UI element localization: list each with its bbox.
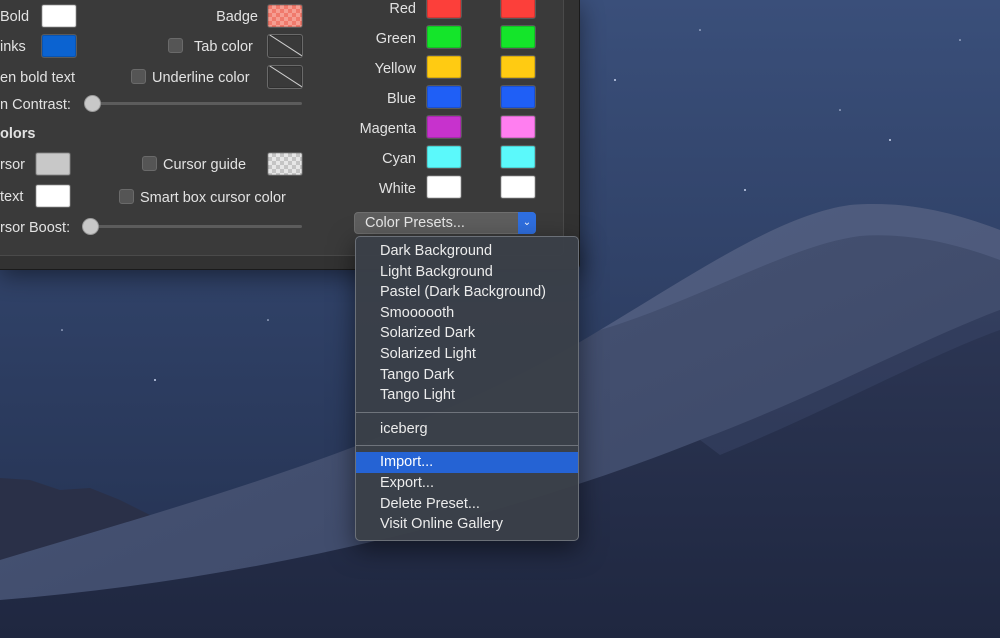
ansi-blue-bright-well[interactable] [500,85,536,109]
label-minimum-contrast: n Contrast: [0,97,71,113]
heading-cursor-colors: olors [0,126,36,142]
menu-item-import[interactable]: Import... [356,452,578,473]
tab-color-checkbox[interactable] [168,38,183,53]
ansi-label-blue: Blue [386,91,416,107]
menu-item-dark-background[interactable]: Dark Background [356,241,578,262]
cursor-guide-checkbox[interactable] [142,156,157,171]
cursor-boost-slider-knob[interactable] [82,218,99,235]
menu-separator [356,445,578,447]
bold-color-well[interactable] [41,4,77,28]
menu-item-light-background[interactable]: Light Background [356,262,578,283]
smart-box-cursor-checkbox[interactable] [119,189,134,204]
label-underline-color: Underline color [152,70,250,86]
menu-item-solarized-dark[interactable]: Solarized Dark [356,323,578,344]
menu-item-iceberg[interactable]: iceberg [356,419,578,440]
underline-color-well[interactable] [267,65,303,89]
label-bold: Bold [0,9,30,25]
menu-item-tango-light[interactable]: Tango Light [356,385,578,406]
cursor-text-color-well[interactable] [35,184,71,208]
cursor-boost-track[interactable] [90,225,302,228]
ansi-cyan-normal-well[interactable] [426,145,462,169]
profile-colors-panel: Bold inks en bold text n Contrast: olors… [0,0,580,270]
ansi-label-white: White [378,181,416,197]
label-tab-color: Tab color [194,39,253,55]
ansi-label-yellow: Yellow [374,61,416,77]
ansi-green-normal-well[interactable] [426,25,462,49]
label-brighten-bold: en bold text [0,70,75,86]
underline-color-checkbox[interactable] [131,69,146,84]
ansi-blue-normal-well[interactable] [426,85,462,109]
ansi-magenta-normal-well[interactable] [426,115,462,139]
menu-item-solarized-light[interactable]: Solarized Light [356,344,578,365]
minimum-contrast-track[interactable] [92,102,302,105]
ansi-yellow-normal-well[interactable] [426,55,462,79]
ansi-yellow-bright-well[interactable] [500,55,536,79]
ansi-label-magenta: Magenta [359,121,416,137]
label-badge: Badge [216,9,258,25]
badge-color-well[interactable] [267,4,303,28]
ansi-red-normal-well[interactable] [426,0,462,19]
ansi-white-normal-well[interactable] [426,175,462,199]
label-smart-box-cursor-color: Smart box cursor color [140,190,286,206]
cursor-guide-color-well[interactable] [267,152,303,176]
ansi-label-red: Red [389,1,416,17]
ansi-red-bright-well[interactable] [500,0,536,19]
ansi-magenta-bright-well[interactable] [500,115,536,139]
links-color-well[interactable] [41,34,77,58]
color-presets-label: Color Presets... [365,215,465,231]
ansi-green-bright-well[interactable] [500,25,536,49]
ansi-white-bright-well[interactable] [500,175,536,199]
cursor-color-well[interactable] [35,152,71,176]
ansi-cyan-bright-well[interactable] [500,145,536,169]
ansi-label-cyan: Cyan [382,151,416,167]
menu-item-export[interactable]: Export... [356,473,578,494]
label-cursor-text: text [0,189,24,205]
menu-item-tango-dark[interactable]: Tango Dark [356,365,578,386]
minimum-contrast-slider-knob[interactable] [84,95,101,112]
menu-item-visit-online-gallery[interactable]: Visit Online Gallery [356,514,578,535]
label-cursor-boost: rsor Boost: [0,220,71,236]
color-presets-button[interactable]: Color Presets... ⌄ [354,212,536,234]
color-presets-menu: Dark Background Light Background Pastel (D… [355,236,579,541]
label-cursor-guide: Cursor guide [163,157,247,173]
menu-item-pastel-dark-background[interactable]: Pastel (Dark Background) [356,282,578,303]
chevron-down-icon: ⌄ [518,212,536,234]
menu-separator [356,411,578,413]
menu-item-smoooooth[interactable]: Smoooooth [356,303,578,324]
label-cursor: rsor [0,157,25,173]
menu-item-delete-preset[interactable]: Delete Preset... [356,494,578,515]
label-links: inks [0,39,26,55]
ansi-label-green: Green [375,31,416,47]
tab-color-well[interactable] [267,34,303,58]
